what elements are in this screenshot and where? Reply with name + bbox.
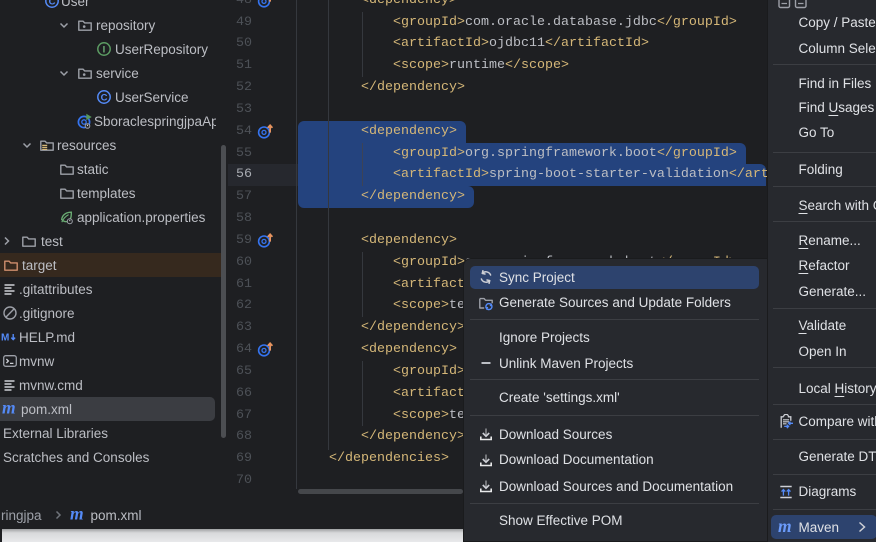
- svg-text:m: m: [70, 507, 84, 523]
- svg-text:C: C: [48, 0, 55, 7]
- svg-text:C: C: [100, 92, 107, 103]
- svg-text:M: M: [1, 333, 9, 344]
- svg-text:I: I: [102, 44, 105, 55]
- svg-text:m: m: [2, 401, 16, 417]
- svg-text:m: m: [778, 519, 792, 535]
